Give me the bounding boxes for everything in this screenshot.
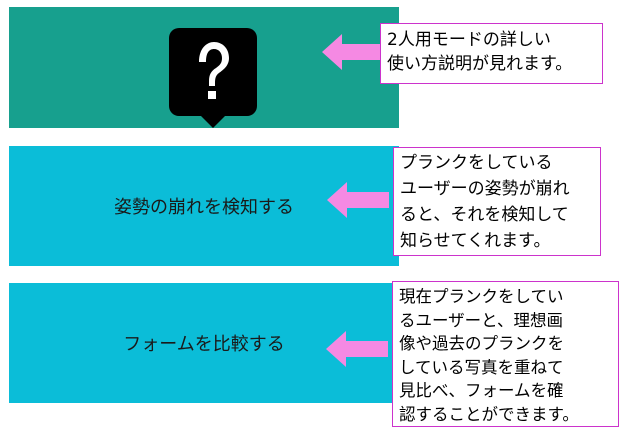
- help-callout: 2人用モードの詳しい 使い方説明が見れます。: [380, 23, 603, 84]
- posture-detection-callout: プランクをしている ユーザーの姿勢が崩れ ると、それを検知して 知らせてくれます…: [393, 147, 601, 256]
- help-icon[interactable]: [169, 28, 257, 128]
- help-pointer-arrow: [322, 34, 384, 70]
- posture-detection-pointer-arrow: [327, 182, 389, 218]
- form-comparison-callout: 現在プランクをしてい るユーザーと、理想画 像や過去のプランクを している写真を…: [392, 281, 619, 427]
- form-comparison-pointer-arrow: [326, 331, 388, 367]
